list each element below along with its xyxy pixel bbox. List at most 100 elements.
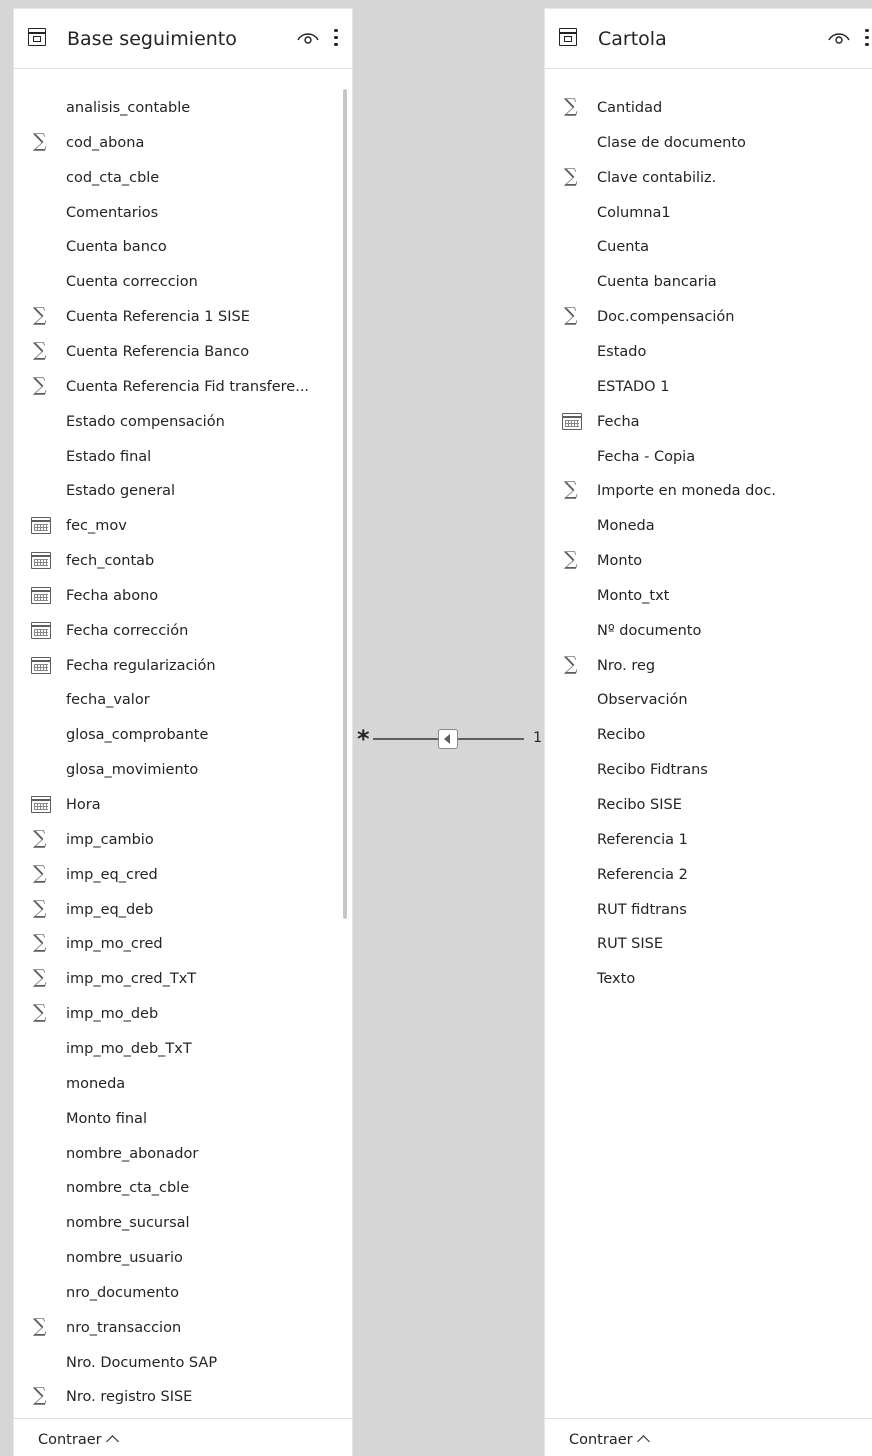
field-row[interactable]: ∑ Monto: [545, 544, 872, 578]
field-row[interactable]: Cuenta bancaria: [545, 265, 872, 299]
table-card-base-seguimiento[interactable]: Base seguimiento analisis_contable ∑ cod_a…: [13, 8, 353, 1456]
field-row[interactable]: ∑ nro_transaccion: [14, 1311, 352, 1345]
field-row[interactable]: ∑ imp_mo_deb: [14, 997, 352, 1031]
field-row[interactable]: fech_contab: [14, 544, 352, 578]
field-name: Importe en moneda doc.: [597, 483, 776, 500]
field-row[interactable]: Estado compensación: [14, 405, 352, 439]
field-row[interactable]: cod_cta_cble: [14, 161, 352, 195]
field-row[interactable]: Clase de documento: [545, 126, 872, 160]
field-row[interactable]: ∑ imp_eq_cred: [14, 858, 352, 892]
field-name: glosa_movimiento: [66, 762, 199, 779]
field-row[interactable]: ∑ Doc.compensación: [545, 300, 872, 334]
field-name: imp_eq_deb: [66, 901, 154, 918]
scrollbar[interactable]: [343, 89, 347, 919]
field-row[interactable]: Cuenta: [545, 230, 872, 264]
field-row[interactable]: ∑ Importe en moneda doc.: [545, 474, 872, 508]
field-name: Monto_txt: [597, 587, 670, 604]
sigma-icon: ∑: [33, 1001, 47, 1024]
field-name: Estado: [597, 343, 647, 360]
field-row[interactable]: glosa_movimiento: [14, 753, 352, 787]
field-row[interactable]: Hora: [14, 788, 352, 822]
field-row[interactable]: Referencia 2: [545, 858, 872, 892]
field-row[interactable]: ∑ imp_mo_cred: [14, 927, 352, 961]
field-row[interactable]: Recibo Fidtrans: [545, 753, 872, 787]
field-row[interactable]: Estado general: [14, 474, 352, 508]
relationship-line[interactable]: * 1: [353, 723, 544, 755]
field-name: Estado final: [66, 448, 152, 465]
field-row[interactable]: RUT SISE: [545, 927, 872, 961]
field-row[interactable]: ∑ Cantidad: [545, 91, 872, 125]
field-row[interactable]: Nº documento: [545, 614, 872, 648]
table-card-cartola[interactable]: Cartola ∑ Cantidad Clase de documento ∑ Clav…: [544, 8, 872, 1456]
table-header[interactable]: Cartola: [545, 9, 872, 69]
field-row[interactable]: nombre_abonador: [14, 1137, 352, 1171]
eye-icon[interactable]: [828, 31, 850, 45]
field-row[interactable]: Fecha: [545, 405, 872, 439]
field-row[interactable]: nro_documento: [14, 1276, 352, 1310]
field-row[interactable]: ∑ imp_mo_cred_TxT: [14, 962, 352, 996]
more-options-icon[interactable]: [864, 27, 870, 49]
eye-icon[interactable]: [297, 31, 319, 45]
field-row[interactable]: Monto final: [14, 1102, 352, 1136]
field-row[interactable]: Texto: [545, 962, 872, 996]
field-row[interactable]: Recibo SISE: [545, 788, 872, 822]
field-row[interactable]: Cuenta banco: [14, 230, 352, 264]
field-row[interactable]: ∑ Nro. registro SISE: [14, 1380, 352, 1414]
field-row[interactable]: moneda: [14, 1067, 352, 1101]
field-row[interactable]: Columna1: [545, 196, 872, 230]
collapse-button[interactable]: Contraer: [569, 1432, 650, 1448]
field-row[interactable]: Observación: [545, 683, 872, 717]
field-row[interactable]: Estado: [545, 335, 872, 369]
field-row[interactable]: Fecha - Copia: [545, 440, 872, 474]
field-name: imp_mo_cred_TxT: [66, 971, 197, 988]
field-name: Nro. Documento SAP: [66, 1354, 218, 1371]
field-row[interactable]: nombre_usuario: [14, 1241, 352, 1275]
field-row[interactable]: Cuenta correccion: [14, 265, 352, 299]
field-row[interactable]: imp_mo_deb_TxT: [14, 1032, 352, 1066]
sigma-icon: ∑: [33, 304, 47, 327]
field-row[interactable]: fec_mov: [14, 509, 352, 543]
field-name: analisis_contable: [66, 100, 191, 116]
field-row[interactable]: RUT fidtrans: [545, 893, 872, 927]
collapse-button[interactable]: Contraer: [38, 1432, 119, 1448]
field-name: moneda: [66, 1075, 126, 1092]
field-row[interactable]: ∑ Cuenta Referencia Banco: [14, 335, 352, 369]
field-row[interactable]: ∑ cod_abona: [14, 126, 352, 160]
field-row[interactable]: ∑ Nro. reg: [545, 649, 872, 683]
field-row[interactable]: Recibo: [545, 718, 872, 752]
field-row[interactable]: glosa_comprobante: [14, 718, 352, 752]
field-name: Cuenta banco: [66, 239, 167, 256]
chevron-up-icon: [636, 1435, 650, 1448]
field-row[interactable]: Moneda: [545, 509, 872, 543]
table-header[interactable]: Base seguimiento: [14, 9, 352, 69]
field-row[interactable]: fecha_valor: [14, 683, 352, 717]
table-title: Cartola: [598, 28, 667, 50]
field-row[interactable]: ∑ imp_eq_deb: [14, 893, 352, 927]
field-row[interactable]: Estado final: [14, 440, 352, 474]
field-name: Cuenta: [597, 239, 649, 256]
field-row[interactable]: nombre_sucursal: [14, 1206, 352, 1240]
more-options-icon[interactable]: [333, 27, 339, 49]
field-row[interactable]: ∑ Cuenta Referencia 1 SISE: [14, 300, 352, 334]
field-row[interactable]: ∑ Clave contabiliz.: [545, 161, 872, 195]
field-row[interactable]: ESTADO 1: [545, 370, 872, 404]
sigma-icon: ∑: [33, 966, 47, 989]
field-row[interactable]: Nro. Documento SAP: [14, 1346, 352, 1380]
field-name: Estado general: [66, 483, 176, 500]
field-name: Nº documento: [597, 622, 702, 639]
field-name: Referencia 2: [597, 866, 688, 883]
field-row[interactable]: Fecha abono: [14, 579, 352, 613]
field-row[interactable]: Referencia 1: [545, 823, 872, 857]
field-name: fech_contab: [66, 553, 155, 570]
field-row[interactable]: Fecha corrección: [14, 614, 352, 648]
field-row[interactable]: Comentarios: [14, 196, 352, 230]
field-row[interactable]: analisis_contable: [14, 91, 352, 125]
field-row[interactable]: Monto_txt: [545, 579, 872, 613]
field-name: Fecha corrección: [66, 622, 189, 639]
field-row[interactable]: ∑ imp_cambio: [14, 823, 352, 857]
field-name: Recibo: [597, 727, 646, 744]
field-row[interactable]: ∑ Cuenta Referencia Fid transfere...: [14, 370, 352, 404]
field-row[interactable]: nombre_cta_cble: [14, 1171, 352, 1205]
sigma-icon: ∑: [33, 931, 47, 954]
field-row[interactable]: Fecha regularización: [14, 649, 352, 683]
